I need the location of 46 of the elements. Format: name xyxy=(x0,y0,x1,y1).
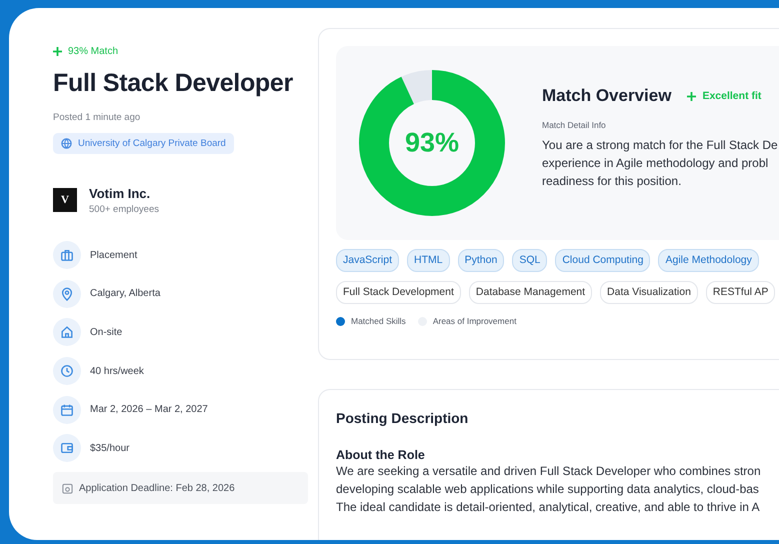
globe-icon xyxy=(61,138,72,149)
skill-tag: Agile Methodology xyxy=(658,249,759,272)
match-subtitle: Match Detail Info xyxy=(542,120,607,130)
description-text: We are seeking a versatile and driven Full Stack Developer who combines stron xyxy=(336,463,762,480)
detail-text: 40 hrs/week xyxy=(90,366,144,377)
match-title: Match Overview xyxy=(542,86,672,106)
skill-tag: JavaScript xyxy=(336,249,400,272)
deadline-text: Application Deadline: Feb 28, 2026 xyxy=(79,482,235,494)
plus-icon xyxy=(687,92,696,100)
skill-tag: Data Visualization xyxy=(600,281,698,304)
location-icon xyxy=(53,280,81,308)
match-text: readiness for this position. xyxy=(542,173,682,190)
board-chip: University of Calgary Private Board xyxy=(53,133,234,154)
match-label: 93% Match xyxy=(68,46,118,57)
briefcase-icon xyxy=(53,241,81,269)
detail-text: Calgary, Alberta xyxy=(90,288,160,300)
skill-tag: RESTful AP xyxy=(706,281,776,304)
home-icon xyxy=(53,318,81,346)
skill-tag: Python xyxy=(458,249,504,272)
detail-text: $35/hour xyxy=(90,442,130,454)
description-text: The ideal candidate is detail-oriented, analytical, creative, and able to thrive in A xyxy=(336,499,761,516)
legend-label: Matched Skills xyxy=(351,316,406,326)
skill-tag: Cloud Computing xyxy=(555,249,650,272)
description-text: developing scalable web applications while supporting data analytics, cloud-bas xyxy=(336,481,760,498)
detail-text: Placement xyxy=(90,250,138,260)
match-text: experience in Agile methodology and probl xyxy=(542,155,770,172)
company-name: Votim Inc. xyxy=(89,186,152,201)
skill-tag: Full Stack Development xyxy=(336,281,461,304)
match-text: You are a strong match for the Full Stack De xyxy=(542,137,778,154)
clock-icon xyxy=(53,357,81,386)
legend-label: Areas of Improvement xyxy=(432,316,516,326)
job-title: Full Stack Developer xyxy=(53,69,294,98)
posted-time: Posted 1 minute ago xyxy=(53,112,142,123)
company-size: 500+ employees xyxy=(89,204,159,215)
skill-tag: HTML xyxy=(407,249,450,272)
detail-text: Mar 2, 2026 – Mar 2, 2027 xyxy=(90,404,208,416)
skill-tag: SQL xyxy=(512,249,548,272)
skill-tag: Database Management xyxy=(468,281,592,304)
section-heading: About the Role xyxy=(336,448,426,462)
wallet-icon xyxy=(53,434,81,462)
company-logo: V xyxy=(53,188,77,212)
fit-label: Excellent fit xyxy=(702,90,762,102)
plus-icon xyxy=(53,47,62,56)
match-percent: 93% xyxy=(404,128,460,158)
detail-text: On-site xyxy=(90,326,122,338)
posting-title: Posting Description xyxy=(336,410,470,426)
